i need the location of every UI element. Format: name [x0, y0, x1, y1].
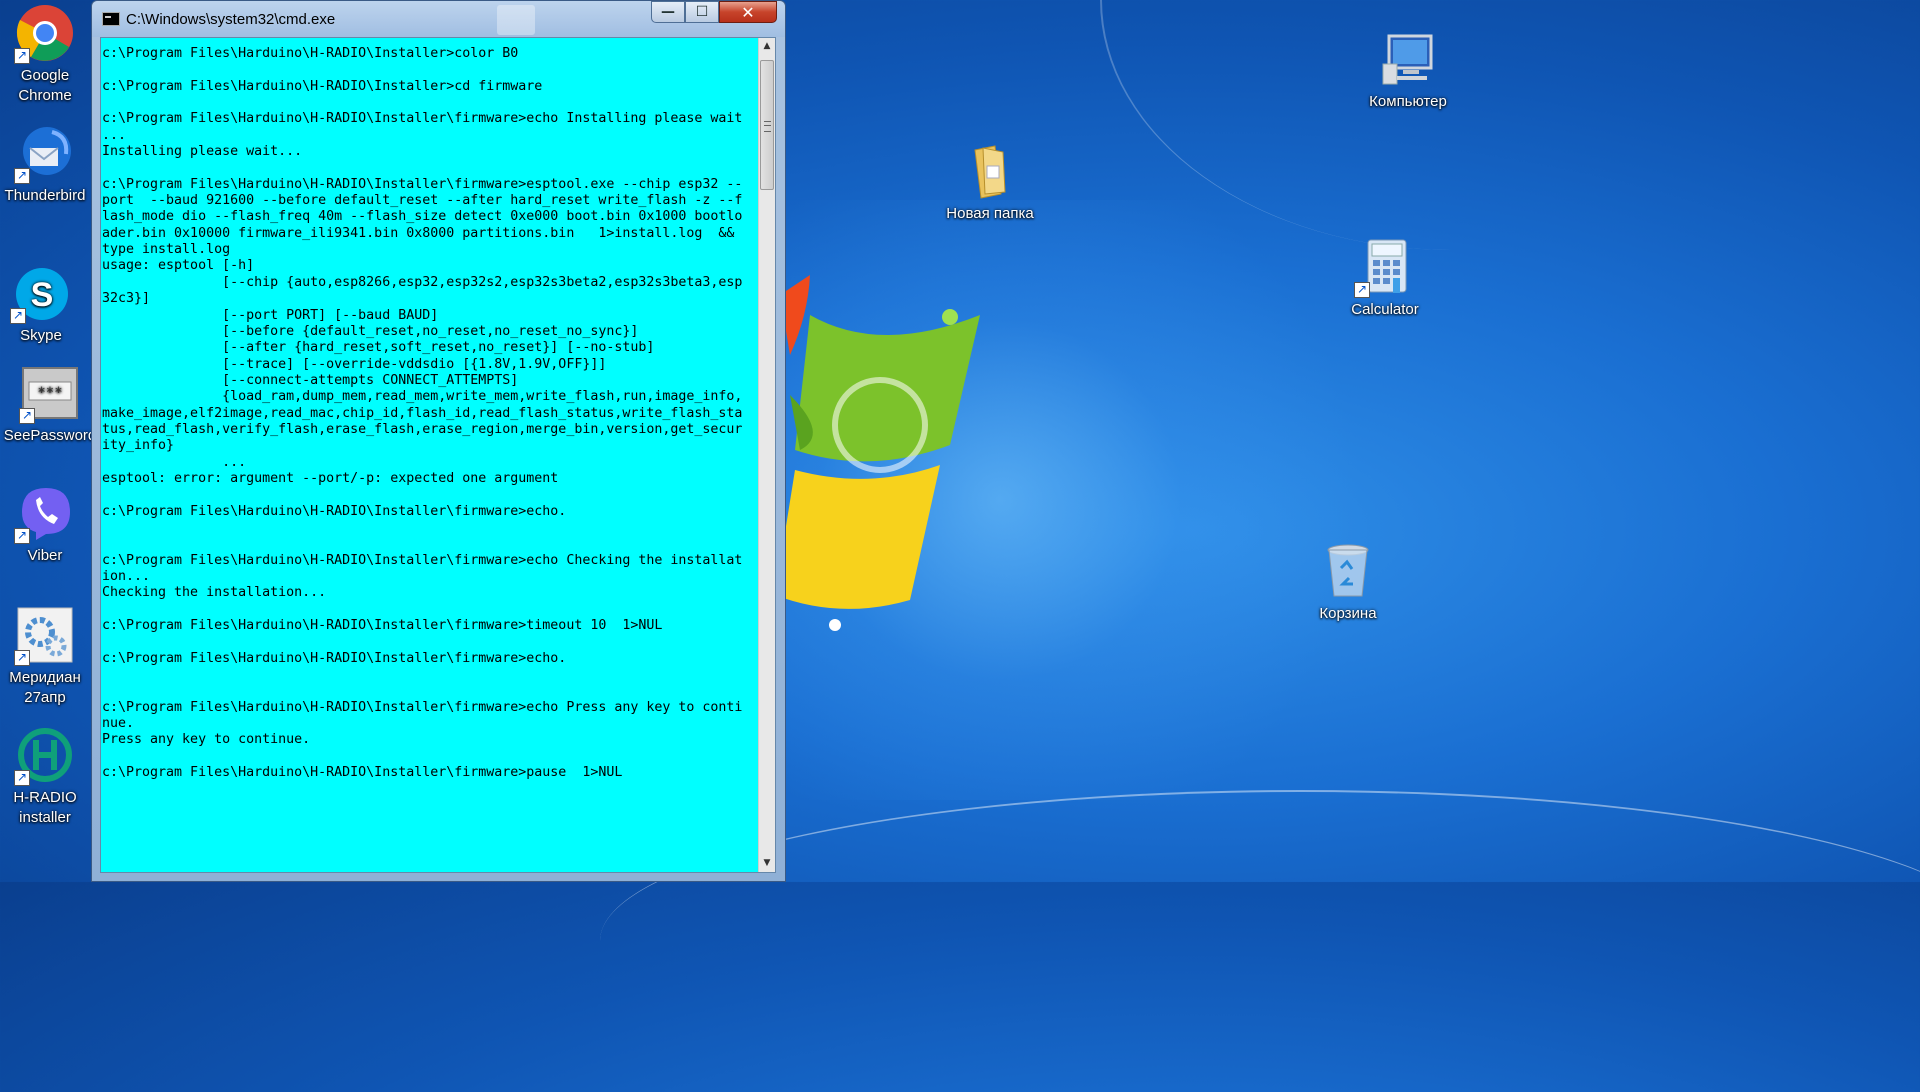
desktop-icon-label: Skype — [20, 327, 62, 344]
desktop-icon-meridian[interactable]: ↗ Меридиан 27апр — [0, 606, 93, 708]
desktop-icon-thunderbird[interactable]: ↗ Thunderbird — [0, 124, 93, 206]
desktop-icon-seepassword[interactable]: *** ↗ SeePassword — [2, 364, 98, 446]
console-line: [--trace] [--override-vddsdio [{1.8V,1.9… — [102, 356, 607, 372]
console-line: type install.log — [102, 242, 231, 258]
grip-icon — [764, 121, 771, 132]
console-area[interactable]: c:\Program Files\Harduino\H-RADIO\Instal… — [100, 37, 776, 873]
console-line: Checking the installation... — [102, 585, 327, 601]
minimize-button[interactable]: — — [651, 1, 685, 23]
title-reflection — [497, 5, 535, 35]
cmd-icon — [102, 12, 120, 26]
desktop-swoosh — [600, 790, 1920, 1092]
console-line: [--after {hard_reset,soft_reset,no_reset… — [102, 340, 655, 356]
console-line: usage: esptool [-h] — [102, 258, 255, 274]
console-line: nue. — [102, 716, 135, 732]
console-line: Installing please wait... — [102, 144, 303, 160]
skype-icon: S ↗ — [10, 264, 70, 324]
console-line: 32c3}] — [102, 291, 151, 307]
desktop-icon-label: Новая папка — [946, 205, 1034, 222]
desktop-icon-skype[interactable]: S ↗ Skype — [0, 264, 89, 346]
cmd-window[interactable]: C:\Windows\system32\cmd.exe — ☐ ✕ c:\Pro… — [91, 0, 786, 882]
console-line: [--connect-attempts CONNECT_ATTEMPTS] — [102, 372, 519, 388]
console-top-padding — [102, 38, 758, 46]
title-bar[interactable]: C:\Windows\system32\cmd.exe — ☐ ✕ — [92, 1, 785, 37]
console-line: c:\Program Files\Harduino\H-RADIO\Instal… — [102, 699, 743, 715]
console-line: port --baud 921600 --before default_rese… — [102, 193, 743, 209]
calculator-icon: ↗ — [1354, 238, 1414, 298]
desktop-icon-label: Корзина — [1319, 605, 1377, 622]
desktop-icon-label: Thunderbird — [4, 187, 86, 204]
desktop-icon-computer[interactable]: Компьютер — [1360, 30, 1456, 112]
caption-buttons: — ☐ ✕ — [651, 1, 777, 25]
console-line: c:\Program Files\Harduino\H-RADIO\Instal… — [102, 552, 743, 568]
desktop-icon-label: H-RADIO installer — [13, 789, 77, 826]
console-line: ion... — [102, 569, 151, 584]
console-line: c:\Program Files\Harduino\H-RADIO\Instal… — [102, 111, 743, 127]
console-line: c:\Program Files\Harduino\H-RADIO\Instal… — [102, 176, 743, 192]
console-line: make_image,elf2image,read_mac,chip_id,fl… — [102, 405, 743, 421]
console-line: ader.bin 0x10000 firmware_ili9341.bin 0x… — [102, 225, 735, 241]
console-line: c:\Program Files\Harduino\H-RADIO\Instal… — [102, 650, 567, 666]
console-line: {load_ram,dump_mem,read_mem,write_mem,wr… — [102, 389, 743, 405]
desktop-icon-h-radio[interactable]: ↗ H-RADIO installer — [0, 726, 93, 828]
scroll-thumb[interactable] — [760, 60, 774, 190]
console-line: ... — [102, 454, 247, 470]
desktop-icon-label: Google Chrome — [18, 67, 72, 104]
console-line: [--before {default_reset,no_reset,no_res… — [102, 323, 639, 339]
viber-icon: ↗ — [14, 484, 74, 544]
scroll-down-arrow-icon[interactable]: ▼ — [759, 855, 775, 872]
vertical-scrollbar[interactable]: ▲ ▼ — [758, 38, 775, 872]
svg-text:***: *** — [37, 385, 62, 401]
desktop-icon-new-folder[interactable]: Новая папка — [942, 142, 1038, 224]
seepassword-icon: *** ↗ — [19, 364, 79, 424]
meridian-icon: ↗ — [14, 606, 74, 666]
desktop-icon-label: Viber — [27, 547, 63, 564]
folder-icon — [961, 142, 1019, 200]
console-line: tus,read_flash,verify_flash,erase_flash,… — [102, 421, 743, 437]
console-output: c:\Program Files\Harduino\H-RADIO\Instal… — [102, 38, 758, 872]
console-line: ... — [102, 127, 127, 143]
console-line: [--port PORT] [--baud BAUD] — [102, 307, 439, 323]
recycle-bin-icon — [1319, 542, 1377, 600]
desktop-icon-label: Меридиан 27апр — [9, 669, 81, 706]
scroll-up-arrow-icon[interactable]: ▲ — [759, 38, 775, 55]
desktop-icon-calculator[interactable]: ↗ Calculator — [1337, 238, 1433, 320]
chrome-icon: ↗ — [14, 4, 74, 64]
console-line: Press any key to continue. — [102, 732, 311, 748]
console-line: c:\Program Files\Harduino\H-RADIO\Instal… — [102, 503, 567, 519]
console-line: c:\Program Files\Harduino\H-RADIO\Instal… — [102, 78, 543, 94]
desktop-icon-label: Компьютер — [1369, 93, 1447, 110]
h-radio-icon: ↗ — [14, 726, 74, 786]
desktop-icon-viber[interactable]: ↗ Viber — [0, 484, 93, 566]
console-line: ity_info} — [102, 438, 175, 454]
console-line: c:\Program Files\Harduino\H-RADIO\Instal… — [102, 46, 519, 61]
maximize-button[interactable]: ☐ — [685, 1, 719, 23]
console-line: c:\Program Files\Harduino\H-RADIO\Instal… — [102, 765, 623, 781]
computer-icon — [1379, 30, 1437, 88]
desktop-icon-label: Calculator — [1351, 301, 1419, 318]
desktop-icon-chrome[interactable]: ↗ Google Chrome — [0, 4, 93, 106]
desktop-icon-recycle-bin[interactable]: Корзина — [1300, 542, 1396, 624]
desktop-icon-label: SeePassword — [3, 427, 97, 444]
console-line: c:\Program Files\Harduino\H-RADIO\Instal… — [102, 618, 663, 634]
svg-text:S: S — [31, 276, 54, 314]
console-line: esptool: error: argument --port/-p: expe… — [102, 470, 559, 486]
thunderbird-icon: ↗ — [14, 124, 74, 184]
console-line: lash_mode dio --flash_freq 40m --flash_s… — [102, 209, 743, 225]
windows-logo — [775, 275, 980, 631]
console-line: [--chip {auto,esp8266,esp32,esp32s2,esp3… — [102, 274, 743, 290]
window-title: C:\Windows\system32\cmd.exe — [126, 11, 336, 28]
close-button[interactable]: ✕ — [719, 1, 777, 23]
